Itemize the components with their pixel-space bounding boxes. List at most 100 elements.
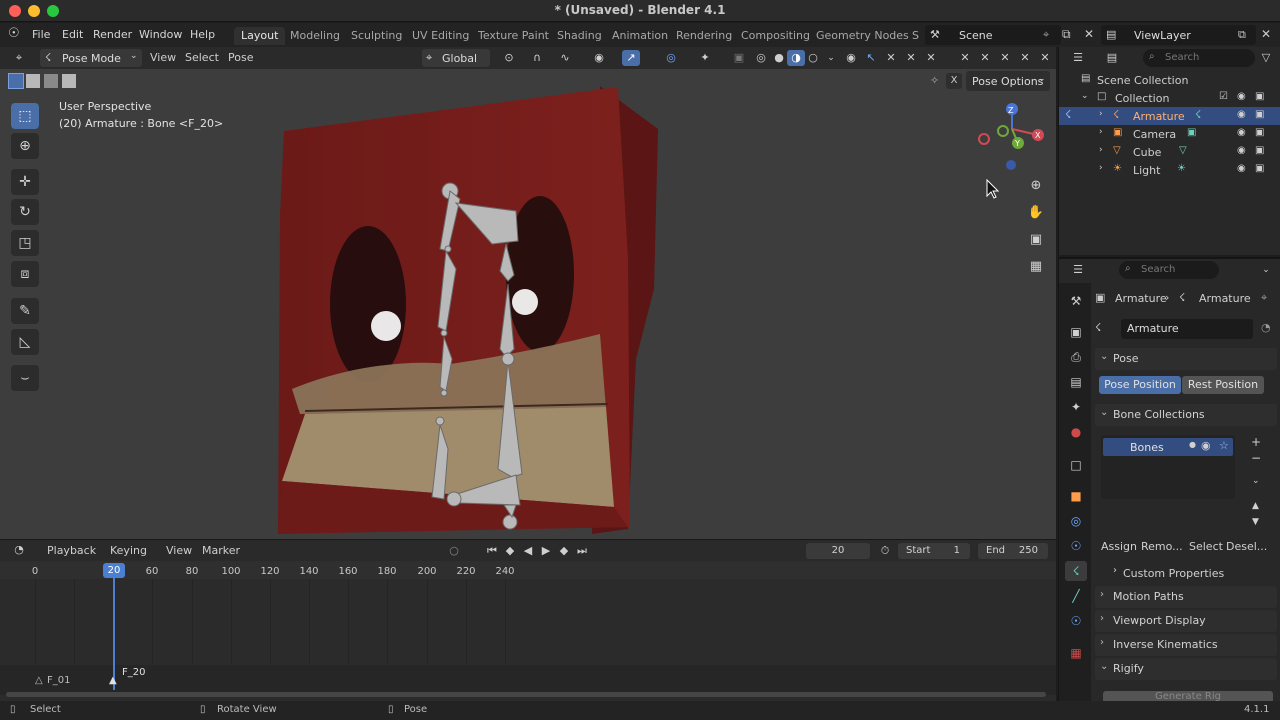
playhead-frame-badge[interactable]: 20	[103, 563, 125, 578]
outliner-row-cube[interactable]: › ▽ Cube ▽ ◉ ▣	[1059, 143, 1280, 161]
jump-end-icon[interactable]: ⏭	[573, 543, 591, 559]
properties-search-input[interactable]: ⌕ Search	[1119, 261, 1219, 279]
remove-button[interactable]: Remo...	[1141, 540, 1183, 553]
camera-icon[interactable]: ▣	[1255, 91, 1264, 102]
pin-icon[interactable]: ⌖	[1261, 291, 1267, 305]
selectable-icon[interactable]: ↖	[862, 50, 880, 66]
camera-icon[interactable]: ▣	[1255, 145, 1264, 156]
panel-viewport-display[interactable]: › Viewport Display	[1095, 610, 1277, 632]
zoom-icon[interactable]: ⊕	[1024, 174, 1048, 198]
pose-position-button[interactable]: Pose Position	[1099, 376, 1181, 394]
blender-logo-icon[interactable]: ☉	[8, 26, 20, 41]
pin-icon[interactable]: ⌖	[1043, 28, 1049, 42]
proportional-edit-icon[interactable]: ∿	[556, 50, 574, 66]
timeline-menu-keying[interactable]: Keying	[110, 544, 147, 557]
outliner-row-collection[interactable]: ⌄ □ Collection ☑ ◉ ▣	[1059, 89, 1280, 107]
lock-y-icon[interactable]: ✕	[1016, 50, 1034, 66]
pivot-point-icon[interactable]: ⊙	[500, 50, 518, 66]
panel-bone-collections[interactable]: ⌄ Bone Collections	[1095, 404, 1277, 426]
tab-compositing[interactable]: Compositing	[734, 27, 817, 45]
current-frame-field[interactable]: 20	[806, 543, 870, 559]
display-mode-icon[interactable]: ▤	[1103, 50, 1121, 66]
end-frame-field[interactable]: End 250	[978, 543, 1048, 559]
tab-shading[interactable]: Shading	[550, 27, 609, 45]
menu-window[interactable]: Window	[139, 28, 182, 41]
bone-collection-bones[interactable]: Bones ● ◉ ☆	[1103, 438, 1233, 456]
panel-motion-paths[interactable]: › Motion Paths	[1095, 586, 1277, 608]
outliner-editor-icon[interactable]: ☰	[1069, 50, 1087, 66]
eye-icon[interactable]: ◉	[842, 50, 860, 66]
tab-bone-constraints[interactable]: ☉	[1065, 611, 1087, 631]
bone-names-icon[interactable]: ✕	[902, 50, 920, 66]
prev-keyframe-icon[interactable]: ◆	[501, 543, 519, 559]
panel-pose[interactable]: ⌄ Pose	[1095, 348, 1277, 370]
menu-render[interactable]: Render	[93, 28, 132, 41]
chevron-down-icon[interactable]: ⌄	[1081, 91, 1089, 101]
tab-collection[interactable]: □	[1065, 455, 1087, 475]
tab-constraints[interactable]: ☉	[1065, 536, 1087, 556]
solid-shading-icon[interactable]: ●	[770, 50, 788, 66]
rest-position-button[interactable]: Rest Position	[1182, 376, 1264, 394]
tab-modeling[interactable]: Modeling	[283, 27, 347, 45]
eye-icon[interactable]: ◉	[1237, 145, 1246, 156]
playhead-line[interactable]	[113, 578, 115, 690]
add-icon[interactable]: +	[1251, 435, 1261, 449]
overlay-options-icon[interactable]: ✦	[696, 50, 714, 66]
new-scene-icon[interactable]: ⧉	[1062, 27, 1071, 42]
move-up-icon[interactable]: ▲	[1252, 501, 1259, 511]
mirror-x-icon[interactable]: ✕	[922, 50, 940, 66]
next-keyframe-icon[interactable]: ◆	[555, 543, 573, 559]
mirror-y-icon[interactable]: ✕	[956, 50, 974, 66]
outliner-row-camera[interactable]: › ▣ Camera ▣ ◉ ▣	[1059, 125, 1280, 143]
timeline-menu-playback[interactable]: Playback	[47, 544, 96, 557]
play-reverse-icon[interactable]: ◀	[519, 543, 537, 559]
outliner-row-scene-collection[interactable]: ▤ Scene Collection	[1059, 71, 1280, 89]
auto-keying-icon[interactable]: ○	[445, 543, 463, 559]
eye-icon[interactable]: ◉	[1237, 91, 1246, 102]
eye-icon[interactable]: ◉	[1237, 163, 1246, 174]
chevron-right-icon[interactable]: ›	[1099, 109, 1103, 119]
tab-scene[interactable]: ✦	[1065, 397, 1087, 417]
editor-type-icon[interactable]: ⌖	[10, 50, 28, 66]
start-frame-field[interactable]: Start 1	[898, 543, 970, 559]
panel-custom-properties[interactable]: › Custom Properties	[1109, 562, 1275, 582]
marker-f01-icon[interactable]: △	[35, 675, 43, 686]
eye-icon[interactable]: ◉	[1237, 127, 1246, 138]
viewport-menu-select[interactable]: Select	[185, 51, 219, 64]
tab-object[interactable]: ■	[1065, 486, 1087, 506]
overlay-toggle-icon[interactable]: ◎	[662, 50, 680, 66]
wireframe-shading-icon[interactable]: ◎	[752, 50, 770, 66]
panel-rigify[interactable]: ⌄ Rigify	[1095, 658, 1277, 680]
tab-view-layer[interactable]: ▤	[1065, 372, 1087, 392]
visibility-filter-icon[interactable]: ◉	[590, 50, 608, 66]
move-down-icon[interactable]: ▼	[1252, 517, 1259, 527]
checkbox-icon[interactable]: ☑	[1219, 91, 1228, 102]
jump-start-icon[interactable]: ⏮	[483, 543, 501, 559]
marker-f20-icon[interactable]: ▲	[109, 675, 117, 686]
chevron-down-icon[interactable]: ⌄	[1257, 262, 1275, 278]
tab-uv-editing[interactable]: UV Editing	[405, 27, 476, 45]
outliner-row-light[interactable]: › ☀ Light ☀ ◉ ▣	[1059, 161, 1280, 179]
camera-view-icon[interactable]: ▣	[1024, 228, 1048, 252]
deselect-button[interactable]: Desel...	[1226, 540, 1267, 553]
tab-armature-data[interactable]: ☇	[1065, 561, 1087, 581]
stopwatch-icon[interactable]: ⏱	[876, 543, 894, 559]
timeline-area[interactable]: 0406080100120140160180200220240 20 △ F_0…	[0, 561, 1056, 701]
camera-icon[interactable]: ▣	[1255, 109, 1264, 120]
orientation-selector[interactable]: ⌖ Global	[422, 49, 490, 67]
delete-scene-icon[interactable]: ✕	[1084, 27, 1094, 41]
camera-icon[interactable]: ▣	[1255, 127, 1264, 138]
lock-x-icon[interactable]: ✕	[996, 50, 1014, 66]
gizmo-toggle-icon[interactable]: ↗	[622, 50, 640, 66]
tab-texture[interactable]: ▦	[1065, 643, 1087, 663]
menu-help[interactable]: Help	[190, 28, 215, 41]
chevron-down-icon[interactable]: ⌄	[1252, 476, 1260, 486]
tab-scripting[interactable]: S	[905, 27, 926, 45]
outliner-search-input[interactable]: ⌕ Search	[1143, 49, 1255, 67]
mirror-z-icon[interactable]: ✕	[976, 50, 994, 66]
fake-user-icon[interactable]: ◔	[1261, 321, 1271, 334]
tab-sculpting[interactable]: Sculpting	[344, 27, 409, 45]
assign-button[interactable]: Assign	[1101, 540, 1137, 553]
timeline-menu-view[interactable]: View	[166, 544, 192, 557]
tab-layout[interactable]: Layout	[234, 27, 286, 45]
